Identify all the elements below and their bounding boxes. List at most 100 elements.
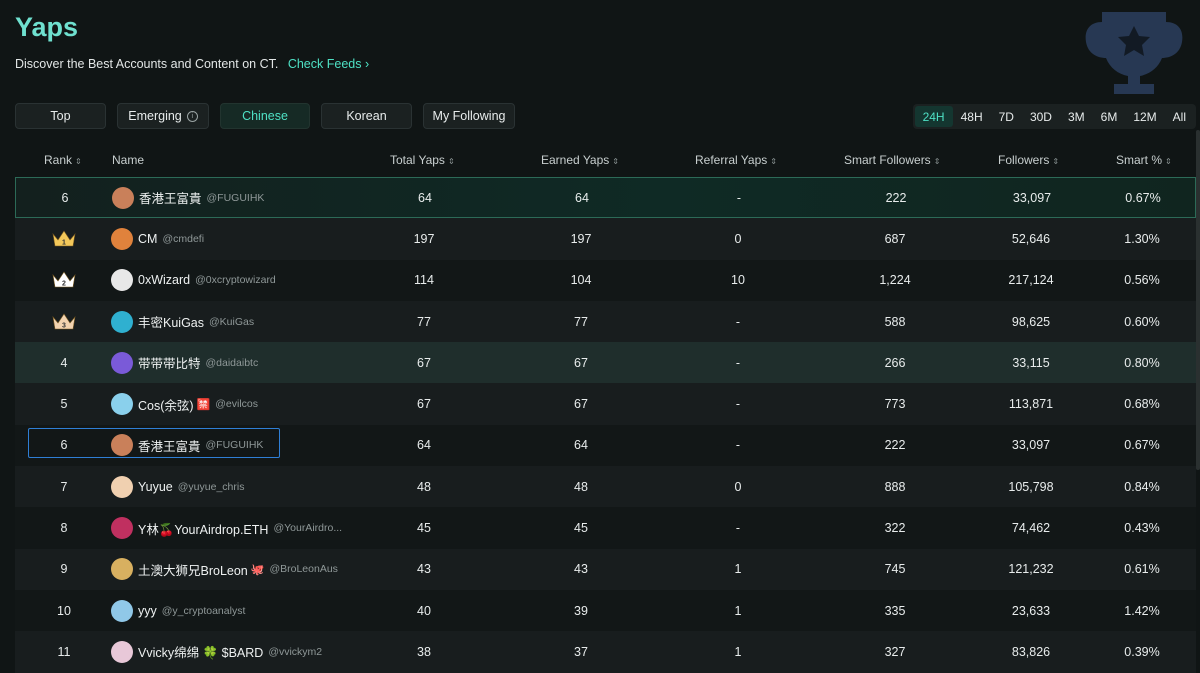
tab-chinese[interactable]: Chinese	[220, 103, 310, 129]
column-header-referral-yaps[interactable]: Referral Yaps ⇕	[695, 153, 777, 167]
smart-pct: 0.60%	[1124, 314, 1160, 329]
earned-yaps: 77	[574, 314, 588, 329]
rank-cell: 9	[15, 549, 113, 590]
smart-followers: 888	[884, 479, 906, 494]
tab-top[interactable]: Top	[15, 103, 106, 129]
smart-pct: 0.67%	[1125, 190, 1161, 205]
table-row[interactable]: 4 带带带比特 @daidaibtc 67 67 - 266 33,115 0.80%	[15, 342, 1196, 384]
table-row[interactable]: 3 丰密KuiGas @KuiGas 77 77 - 588 98,625 0.60%	[15, 300, 1196, 343]
table-row[interactable]: 11 Vvicky绵绵 🍀 $BARD @vvickym2 38 37 1 327 83,82…	[15, 631, 1196, 673]
scrollbar[interactable]	[1196, 130, 1200, 470]
smart-followers: 745	[884, 562, 906, 577]
name-cell[interactable]: Y林🍒YourAirdrop.ETH @YourAirdro...	[111, 507, 342, 548]
followers: 217,124	[1008, 273, 1054, 288]
rank-cell: 7	[15, 466, 113, 507]
rank-value: 9	[60, 562, 68, 577]
name-cell[interactable]: yyy @y_cryptoanalyst	[111, 590, 245, 631]
smart-followers: 222	[885, 190, 907, 205]
name-cell[interactable]: Yuyue @yuyue_chris	[111, 466, 244, 507]
rank-cell: 4	[15, 342, 113, 383]
table-header: Rank ⇕ Name Total Yaps ⇕ Earned Yaps ⇕ Refe…	[15, 149, 1196, 171]
name-cell[interactable]: Cos(余弦) 🈲 @evilcos	[111, 383, 258, 424]
tab-emerging[interactable]: Emerging i	[117, 103, 209, 129]
column-header-rank[interactable]: Rank ⇕	[44, 153, 82, 167]
earned-yaps: 64	[574, 438, 588, 453]
followers: 52,646	[1011, 231, 1051, 246]
table-row[interactable]: 9 土澳大狮兄BroLeon 🐙 @BroLeonAus 43 43 1 745 121,232…	[15, 548, 1196, 590]
column-header-followers[interactable]: Followers ⇕	[998, 153, 1059, 167]
period-all[interactable]: All	[1165, 106, 1194, 127]
total-yaps: 64	[417, 438, 431, 453]
period-48h[interactable]: 48H	[953, 106, 991, 127]
crown-icon: 2	[52, 271, 76, 288]
referral-yaps: 1	[734, 644, 742, 659]
name-cell[interactable]: 香港王富貴 @FUGUIHK	[111, 425, 263, 466]
period-24h[interactable]: 24H	[914, 106, 953, 127]
total-yaps: 43	[417, 562, 431, 577]
tab-my-following[interactable]: My Following	[423, 103, 515, 129]
earned-yaps: 104	[570, 273, 592, 288]
table-row[interactable]: 2 0xWizard @0xcryptowizard 114 104 10 1,224 217…	[15, 259, 1196, 301]
column-header-smart-pct[interactable]: Smart % ⇕	[1116, 153, 1172, 167]
period-6m[interactable]: 6M	[1093, 106, 1126, 127]
user-name: Y林🍒YourAirdrop.ETH	[138, 522, 269, 537]
earned-yaps: 45	[574, 521, 588, 536]
table-row[interactable]: 5 Cos(余弦) 🈲 @evilcos 67 67 - 773 113,871 0.68%	[15, 383, 1196, 425]
pinned-user-row[interactable]: 6 香港王富貴 @FUGUIHK 64 64 - 222 33,097 0.67%	[15, 177, 1196, 219]
name-cell[interactable]: 土澳大狮兄BroLeon 🐙 @BroLeonAus	[111, 549, 338, 590]
column-header-smart-followers[interactable]: Smart Followers ⇕	[844, 153, 940, 167]
smart-pct: 1.30%	[1124, 231, 1160, 246]
period-selector: 24H 48H 7D 30D 3M 6M 12M All	[912, 104, 1196, 129]
user-name: 土澳大狮兄BroLeon	[138, 563, 248, 578]
user-handle: @0xcryptowizard	[195, 274, 276, 287]
earned-yaps: 67	[574, 397, 588, 412]
followers: 105,798	[1008, 479, 1054, 494]
trophy-icon	[1085, 12, 1183, 94]
sort-icon: ⇕	[447, 157, 455, 166]
name-cell[interactable]: 丰密KuiGas @KuiGas	[111, 301, 254, 342]
smart-pct: 0.43%	[1124, 521, 1160, 536]
period-30d[interactable]: 30D	[1022, 106, 1060, 127]
name-cell[interactable]: Vvicky绵绵 🍀 $BARD @vvickym2	[111, 631, 322, 672]
user-handle: @daidaibtc	[205, 356, 259, 369]
check-feeds-link[interactable]: Check Feeds ›	[288, 57, 369, 71]
followers: 98,625	[1011, 314, 1051, 329]
referral-yaps: 1	[734, 603, 742, 618]
name-cell[interactable]: CM @cmdefi	[111, 218, 204, 259]
table-row[interactable]: 10 yyy @y_cryptoanalyst 40 39 1 335 23,633 1.42%	[15, 589, 1196, 632]
column-header-earned-yaps[interactable]: Earned Yaps ⇕	[541, 153, 619, 167]
rank-cell: 11	[15, 631, 113, 672]
table-row[interactable]: 8 Y林🍒YourAirdrop.ETH @YourAirdro... 45 45 - 32…	[15, 507, 1196, 549]
period-12m[interactable]: 12M	[1125, 106, 1164, 127]
user-handle: @vvickym2	[268, 645, 323, 658]
followers: 33,115	[1012, 355, 1050, 370]
user-name: 0xWizard	[138, 273, 191, 288]
total-yaps: 67	[417, 397, 431, 412]
name-cell[interactable]: 带带带比特 @daidaibtc	[111, 342, 258, 383]
user-name: yyy	[138, 603, 157, 618]
table-row[interactable]: 7 Yuyue @yuyue_chris 48 48 0 888 105,798 0.84%	[15, 466, 1196, 508]
table-row[interactable]: 1 CM @cmdefi 197 197 0 687 52,646 1.30%	[15, 218, 1196, 260]
tab-korean[interactable]: Korean	[321, 103, 412, 129]
smart-pct: 0.56%	[1124, 273, 1160, 288]
period-3m[interactable]: 3M	[1060, 106, 1093, 127]
sort-icon: ⇕	[770, 157, 777, 166]
svg-text:1: 1	[62, 239, 66, 246]
name-cell[interactable]: 香港王富貴 @FUGUIHK	[112, 178, 264, 217]
table-row[interactable]: 6 香港王富貴 @FUGUIHK 64 64 - 222 33,097 0.67%	[15, 424, 1196, 467]
rank-value: 4	[60, 355, 68, 370]
user-name: Yuyue	[138, 479, 173, 494]
column-header-total-yaps[interactable]: Total Yaps ⇕	[390, 153, 455, 167]
user-handle: @YourAirdro...	[273, 522, 343, 535]
smart-followers: 1,224	[879, 273, 911, 288]
rank-value: 10	[57, 603, 71, 618]
period-7d[interactable]: 7D	[991, 106, 1022, 127]
name-cell[interactable]: 0xWizard @0xcryptowizard	[111, 260, 276, 301]
user-handle: @evilcos	[215, 398, 259, 411]
avatar	[111, 269, 133, 292]
total-yaps: 114	[414, 273, 434, 288]
tab-emerging-label: Emerging	[128, 109, 182, 123]
avatar	[111, 393, 133, 416]
earned-yaps: 67	[574, 355, 588, 370]
sort-icon: ⇕	[933, 157, 941, 166]
